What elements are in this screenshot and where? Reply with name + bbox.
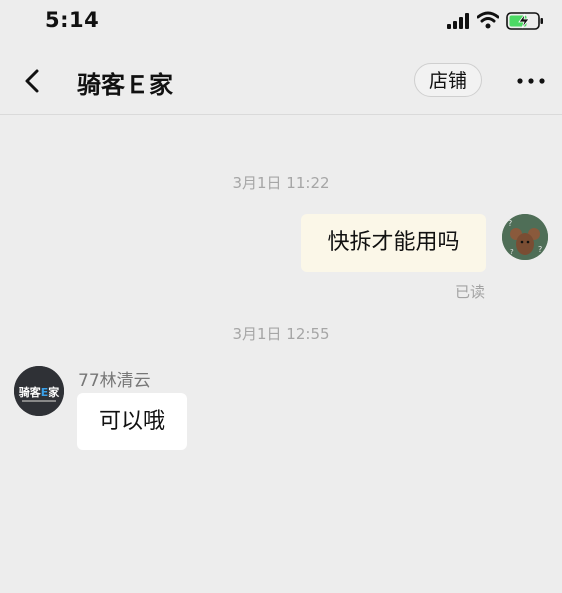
battery-charging-icon (506, 12, 543, 30)
svg-text:骑客E家: 骑客E家 (19, 385, 61, 399)
wifi-icon (477, 11, 499, 29)
read-status: 已读 (455, 283, 486, 301)
chevron-left-icon[interactable] (18, 64, 48, 98)
svg-text:?: ? (510, 248, 514, 256)
svg-text:?: ? (538, 245, 542, 254)
message-bubble-sent[interactable]: 快拆才能用吗 (301, 214, 486, 272)
more-dots-icon[interactable] (516, 72, 546, 90)
user-avatar[interactable]: ? ? ? (502, 214, 548, 260)
chat-title: 骑客Ｅ家 (77, 71, 173, 99)
svg-text:?: ? (508, 219, 512, 228)
message-timestamp: 3月1日 12:55 (232, 325, 330, 343)
status-bar: 5:14 (0, 0, 562, 44)
status-time: 5:14 (45, 8, 100, 32)
shop-button[interactable]: 店铺 (414, 63, 482, 97)
signal-icon (447, 13, 469, 29)
shop-logo-avatar-icon: 骑客E家 (14, 366, 64, 416)
nav-bar: 骑客Ｅ家 店铺 (0, 50, 562, 115)
message-timestamp: 3月1日 11:22 (232, 174, 330, 192)
shop-avatar[interactable]: 骑客E家 (14, 366, 64, 416)
mouse-avatar-icon: ? ? ? (502, 214, 548, 260)
sender-name: 77林清云 (78, 371, 151, 391)
message-bubble-received[interactable]: 可以哦 (77, 393, 187, 450)
